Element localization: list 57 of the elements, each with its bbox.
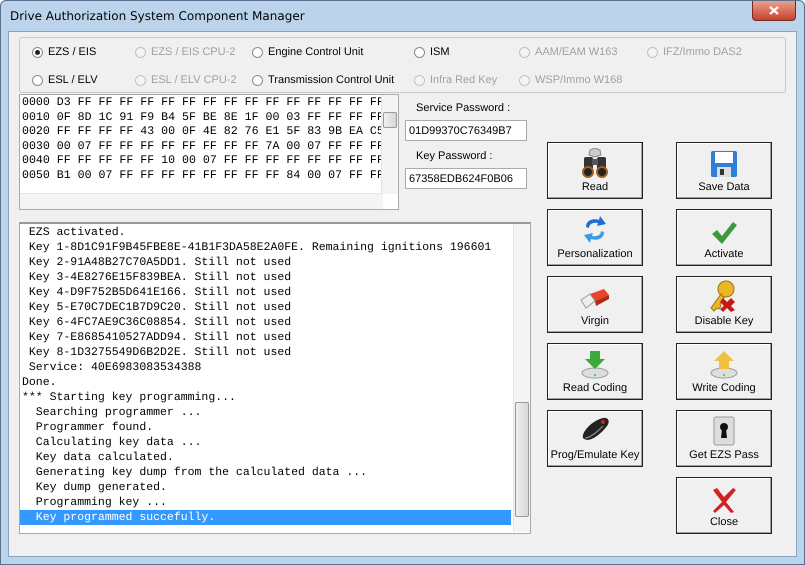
radio-dot[interactable]	[414, 46, 425, 58]
log-line[interactable]: Programming key ...	[20, 495, 511, 510]
component-radio[interactable]: EZS / EIS	[32, 44, 135, 60]
field-label: Key Password :	[416, 150, 494, 162]
radio-dot[interactable]	[32, 74, 43, 86]
component-radio[interactable]: Engine Control Unit	[252, 44, 414, 60]
log-line[interactable]: Key 5-E70C7DEC1B7D9C20. Still not used	[20, 300, 511, 315]
log-line[interactable]: Done.	[20, 375, 511, 390]
log-line[interactable]: Key 1-8D1C91F9B45FBE8E-41B1F3DA58E2A0FE. Remaining ignitions 196601	[20, 240, 511, 255]
window-title: Drive Authorization System Component Manager	[9, 9, 305, 23]
key-password-field[interactable]: 67358EDB624F0B06	[405, 168, 527, 189]
action-button[interactable]: Activate	[676, 209, 772, 266]
log-line[interactable]: Key 4-D9F752B5D641E166. Still not used	[20, 285, 511, 300]
log-line[interactable]: Key 8-1D3275549D6B2D2E. Still not used	[20, 345, 511, 360]
component-radio[interactable]: ISM	[414, 44, 519, 60]
binoculars-icon	[581, 148, 609, 178]
action-button[interactable]: Virgin	[547, 276, 643, 333]
action-button[interactable]: Close	[676, 477, 772, 534]
log-line[interactable]: Calculating key data ...	[20, 435, 511, 450]
action-button[interactable]: Disable Key	[676, 276, 772, 333]
log-line[interactable]: Programmer found.	[20, 420, 511, 435]
log-line[interactable]: *** Starting key programming...	[20, 390, 511, 405]
scrollbar[interactable]	[381, 95, 398, 194]
action-button[interactable]: Get EZS Pass	[676, 410, 772, 467]
scrollbar[interactable]	[513, 224, 530, 532]
action-button[interactable]: Save Data	[676, 142, 772, 199]
field-label: Service Password :	[416, 102, 512, 114]
log-line[interactable]: Service: 40E6983083534388	[20, 360, 511, 375]
radio-dot[interactable]	[252, 46, 263, 58]
component-radio[interactable]: ESL / ELV	[32, 72, 135, 88]
log-line[interactable]: Key data calculated.	[20, 450, 511, 465]
radio-dot[interactable]	[252, 74, 263, 86]
close-icon	[769, 6, 779, 15]
log-line[interactable]: Key 6-4FC7AE9C36C08854. Still not used	[20, 315, 511, 330]
action-button[interactable]: Read Coding	[547, 343, 643, 400]
action-button[interactable]: Read	[547, 142, 643, 199]
drive-upload-icon	[709, 349, 739, 379]
log-line[interactable]: Key 7-E8685410527ADD94. Still not used	[20, 330, 511, 345]
scrollbar[interactable]	[20, 193, 383, 209]
radio-dot[interactable]	[32, 46, 43, 58]
log-line[interactable]: Key 2-91A48B27C70A5DD1. Still not used	[20, 255, 511, 270]
log-line[interactable]: Key dump generated.	[20, 480, 511, 495]
sync-arrows-icon	[583, 215, 607, 245]
log-line[interactable]: EZS activated.	[20, 225, 511, 240]
checkmark-icon	[711, 221, 737, 245]
action-button[interactable]: Prog/Emulate Key	[547, 410, 643, 467]
log-line[interactable]: Generating key dump from the calculated data ...	[20, 465, 511, 480]
drive-download-icon	[580, 349, 610, 379]
component-radio[interactable]: Transmission Control Unit	[252, 72, 414, 88]
keyhole-icon	[713, 416, 735, 446]
action-button[interactable]: Personalization	[547, 209, 643, 266]
close-button[interactable]	[752, 1, 796, 21]
log-line[interactable]: Key 3-4E8276E15F839BEA. Still not used	[20, 270, 511, 285]
log-line[interactable]: Searching programmer ...	[20, 405, 511, 420]
service-password-field[interactable]: 01D99370C76349B7	[405, 120, 527, 141]
action-button[interactable]: Write Coding	[676, 343, 772, 400]
cross-icon	[711, 487, 737, 513]
